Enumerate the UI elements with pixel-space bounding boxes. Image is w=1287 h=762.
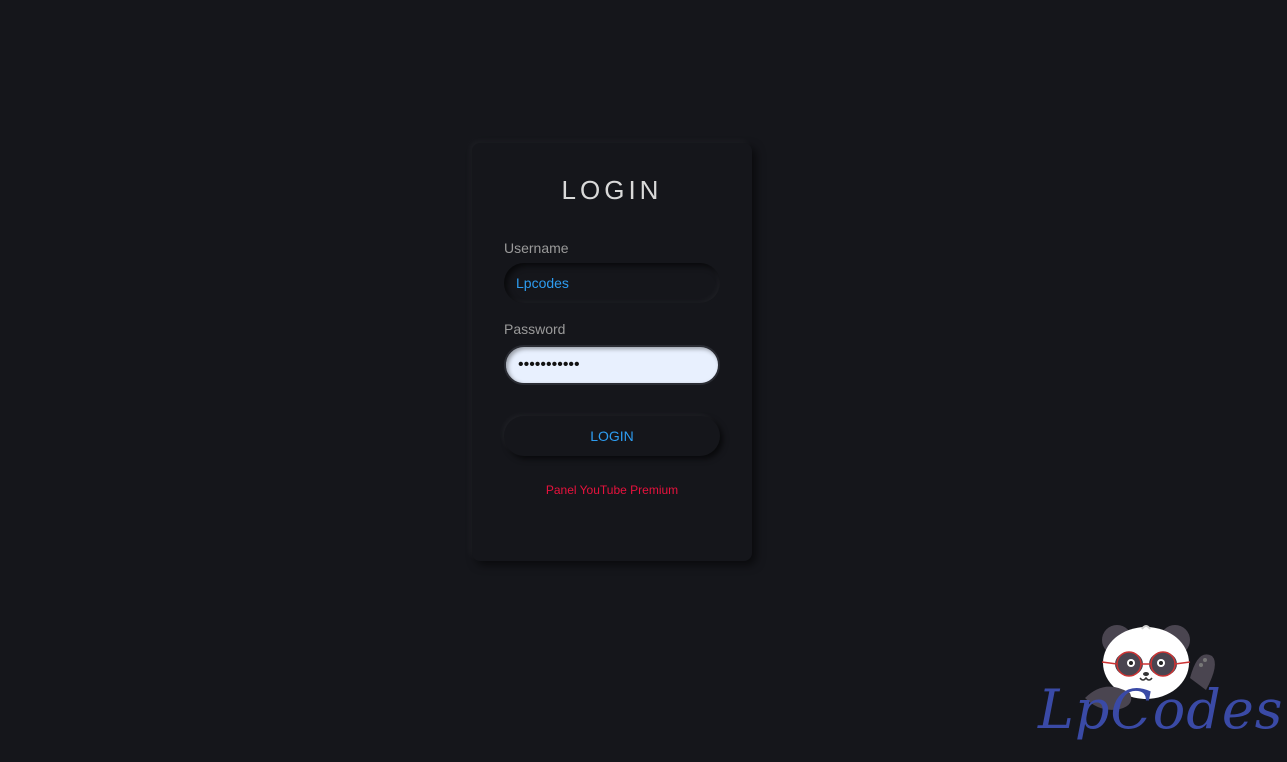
login-title: LOGIN <box>561 175 663 205</box>
username-label: Username <box>504 240 569 256</box>
login-button[interactable]: LOGIN <box>504 416 720 456</box>
password-input[interactable]: ••••••••••• <box>504 345 720 385</box>
password-value: ••••••••••• <box>518 356 580 373</box>
panel-youtube-premium-link[interactable]: Panel YouTube Premium <box>472 483 752 497</box>
page: LOGIN Username Lpcodes Password ••••••••… <box>0 0 1287 762</box>
username-input[interactable]: Lpcodes <box>504 263 720 303</box>
lpcodes-logo-text: LpCodes <box>1038 678 1284 741</box>
login-card: LOGIN Username Lpcodes Password ••••••••… <box>472 143 752 561</box>
password-label: Password <box>504 321 566 337</box>
username-value: Lpcodes <box>516 275 569 291</box>
lpcodes-logo: LpCodes <box>1030 618 1283 758</box>
